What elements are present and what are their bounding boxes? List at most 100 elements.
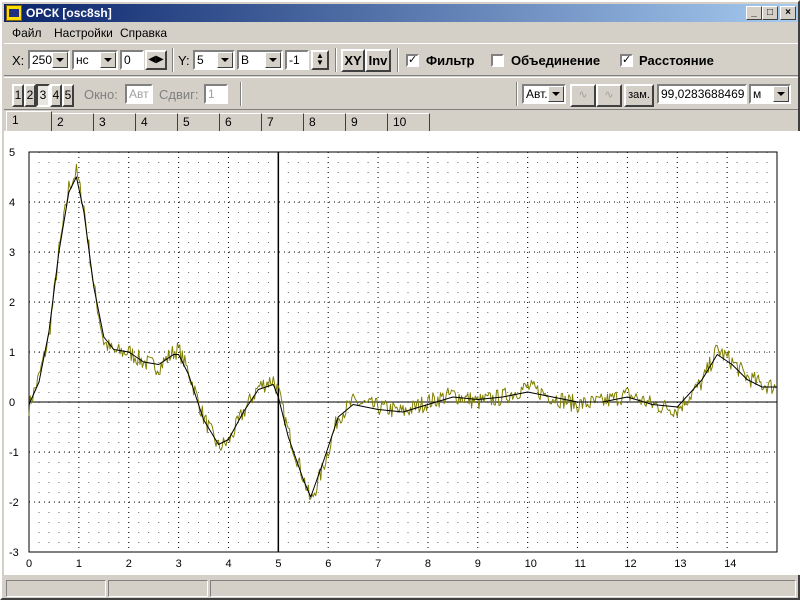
status-panel-3 bbox=[210, 580, 796, 597]
waveform-b-icon[interactable]: ∿ bbox=[596, 84, 622, 107]
title-bar[interactable]: ОРСК [osc8sh] _ □ × bbox=[4, 4, 798, 22]
toolbar-separator bbox=[397, 48, 399, 72]
channel-1-button[interactable]: 1 bbox=[12, 84, 24, 107]
y-tick-label: 3 bbox=[9, 247, 15, 259]
x-tick-label: 12 bbox=[624, 558, 636, 570]
x-tick-label: 0 bbox=[26, 558, 32, 570]
filter-label: Фильтр bbox=[426, 53, 475, 68]
tab-10[interactable]: 10 bbox=[388, 113, 430, 131]
distance-unit-value: м bbox=[753, 87, 762, 101]
tab-8[interactable]: 8 bbox=[304, 113, 346, 131]
y-unit-select[interactable]: В bbox=[237, 50, 283, 70]
toolbar-separator bbox=[335, 48, 337, 72]
merge-label: Объединение bbox=[511, 53, 601, 68]
tab-6[interactable]: 6 bbox=[220, 113, 262, 131]
filter-checkbox[interactable]: ✓ bbox=[406, 54, 419, 67]
toolbar-separator bbox=[240, 82, 242, 106]
toolbar-separator bbox=[516, 82, 518, 106]
x-scale-select[interactable]: 250 bbox=[28, 50, 70, 70]
invert-button[interactable]: Inv bbox=[365, 49, 391, 72]
y-tick-label: 0 bbox=[9, 397, 15, 409]
channel-2-button[interactable]: 2 bbox=[24, 84, 36, 107]
menu-bar: Файл Настройки Справка bbox=[4, 23, 798, 42]
x-tick-label: 3 bbox=[176, 558, 182, 570]
window-input[interactable]: Авт bbox=[125, 84, 153, 104]
shift-input[interactable]: 1 bbox=[204, 84, 228, 104]
waveform-a-icon[interactable]: ∿ bbox=[570, 84, 596, 107]
x-shift-arrows-button[interactable]: ◀▶ bbox=[145, 50, 167, 70]
x-tick-label: 4 bbox=[225, 558, 231, 570]
close-button[interactable]: × bbox=[780, 6, 796, 20]
oscillogram-chart[interactable]: 543210-1-2-30 1 2 3 4 5 6 7 8 9 10 11 12 13 14 bbox=[4, 131, 800, 575]
distance-value-field[interactable]: 99,02836884695 bbox=[657, 84, 747, 104]
y-axis-label: Y: bbox=[178, 53, 190, 68]
tab-5[interactable]: 5 bbox=[178, 113, 220, 131]
status-panel-1 bbox=[6, 580, 106, 597]
x-unit-value: нс bbox=[76, 53, 89, 67]
chevron-down-icon[interactable] bbox=[100, 52, 116, 68]
chevron-down-icon[interactable] bbox=[773, 86, 789, 102]
toolbar-scale: X: 250 нс 0 ◀▶ Y: 5 В -1 ▲ ▼ XY Inv ✓ Фил… bbox=[4, 43, 798, 76]
y-tick-label: -1 bbox=[9, 447, 19, 459]
y-offset-input[interactable]: -1 bbox=[285, 50, 309, 70]
x-tick-label: 11 bbox=[575, 558, 586, 570]
xy-mode-button[interactable]: XY bbox=[341, 49, 365, 72]
y-tick-label: 4 bbox=[9, 197, 15, 209]
x-scale-value: 250 bbox=[32, 53, 53, 67]
shift-label: Сдвиг: bbox=[159, 87, 199, 102]
x-tick-label: 14 bbox=[724, 558, 736, 570]
tab-1[interactable]: 1 bbox=[6, 111, 52, 132]
y-tick-label: -3 bbox=[9, 547, 19, 559]
tab-3[interactable]: 3 bbox=[94, 113, 136, 131]
minimize-button[interactable]: _ bbox=[746, 6, 762, 20]
x-tick-label: 10 bbox=[525, 558, 537, 570]
x-tick-label: 2 bbox=[126, 558, 132, 570]
chevron-down-icon[interactable] bbox=[217, 52, 233, 68]
menu-help[interactable]: Справка bbox=[120, 26, 167, 40]
maximize-button[interactable]: □ bbox=[762, 6, 778, 20]
x-unit-select[interactable]: нс bbox=[72, 50, 118, 70]
mode-value: Авт. bbox=[526, 87, 548, 101]
menu-file[interactable]: Файл bbox=[12, 26, 42, 40]
channel-5-button[interactable]: 5 bbox=[62, 84, 74, 107]
y-unit-value: В bbox=[241, 53, 250, 67]
y-tick-label: 2 bbox=[9, 297, 15, 309]
x-tick-label: 13 bbox=[674, 558, 686, 570]
tab-9[interactable]: 9 bbox=[346, 113, 388, 131]
app-window: ОРСК [osc8sh] _ □ × Файл Настройки Справ… bbox=[0, 0, 800, 600]
toolbar-separator bbox=[172, 48, 174, 72]
menu-settings[interactable]: Настройки bbox=[54, 26, 113, 40]
oscillogram-panel[interactable]: 5 4 3 2 1 0 -1 -2 -3 0 1 2 3 4 5 6 7 8 9 10 11 12 13 14 bbox=[4, 131, 800, 575]
status-panel-2 bbox=[108, 580, 208, 597]
window-label: Окно: bbox=[84, 87, 118, 102]
distance-unit-select[interactable]: м bbox=[749, 84, 791, 104]
tab-strip: 1 2 3 4 5 6 7 8 9 10 bbox=[4, 111, 798, 132]
x-offset-input[interactable]: 0 bbox=[120, 50, 144, 70]
y-tick-label: 1 bbox=[9, 347, 15, 359]
distance-label: Расстояние bbox=[639, 53, 714, 68]
y-tick-label: -2 bbox=[9, 497, 19, 509]
status-bar bbox=[4, 578, 798, 598]
channel-4-button[interactable]: 4 bbox=[50, 84, 62, 107]
y-tick-label: 5 bbox=[9, 147, 15, 159]
chevron-down-icon[interactable] bbox=[265, 52, 281, 68]
app-icon[interactable] bbox=[6, 5, 22, 21]
x-tick-label: 7 bbox=[375, 558, 381, 570]
zam-button[interactable]: зам. bbox=[624, 84, 654, 107]
x-tick-label: 9 bbox=[475, 558, 481, 570]
distance-checkbox[interactable]: ✓ bbox=[620, 54, 633, 67]
mode-select[interactable]: Авт. bbox=[522, 84, 566, 104]
tab-7[interactable]: 7 bbox=[262, 113, 304, 131]
x-tick-label: 6 bbox=[325, 558, 331, 570]
chevron-down-icon[interactable] bbox=[52, 52, 68, 68]
y-offset-spinner[interactable]: ▲ ▼ bbox=[311, 50, 329, 70]
y-scale-select[interactable]: 5 bbox=[193, 50, 235, 70]
x-tick-label: 8 bbox=[425, 558, 431, 570]
x-tick-label: 5 bbox=[275, 558, 281, 570]
tab-4[interactable]: 4 bbox=[136, 113, 178, 131]
tab-2[interactable]: 2 bbox=[52, 113, 94, 131]
chevron-down-icon[interactable] bbox=[548, 86, 564, 102]
merge-checkbox[interactable] bbox=[491, 54, 504, 67]
channel-3-button[interactable]: 3 bbox=[36, 84, 50, 107]
x-tick-label: 1 bbox=[76, 558, 82, 570]
